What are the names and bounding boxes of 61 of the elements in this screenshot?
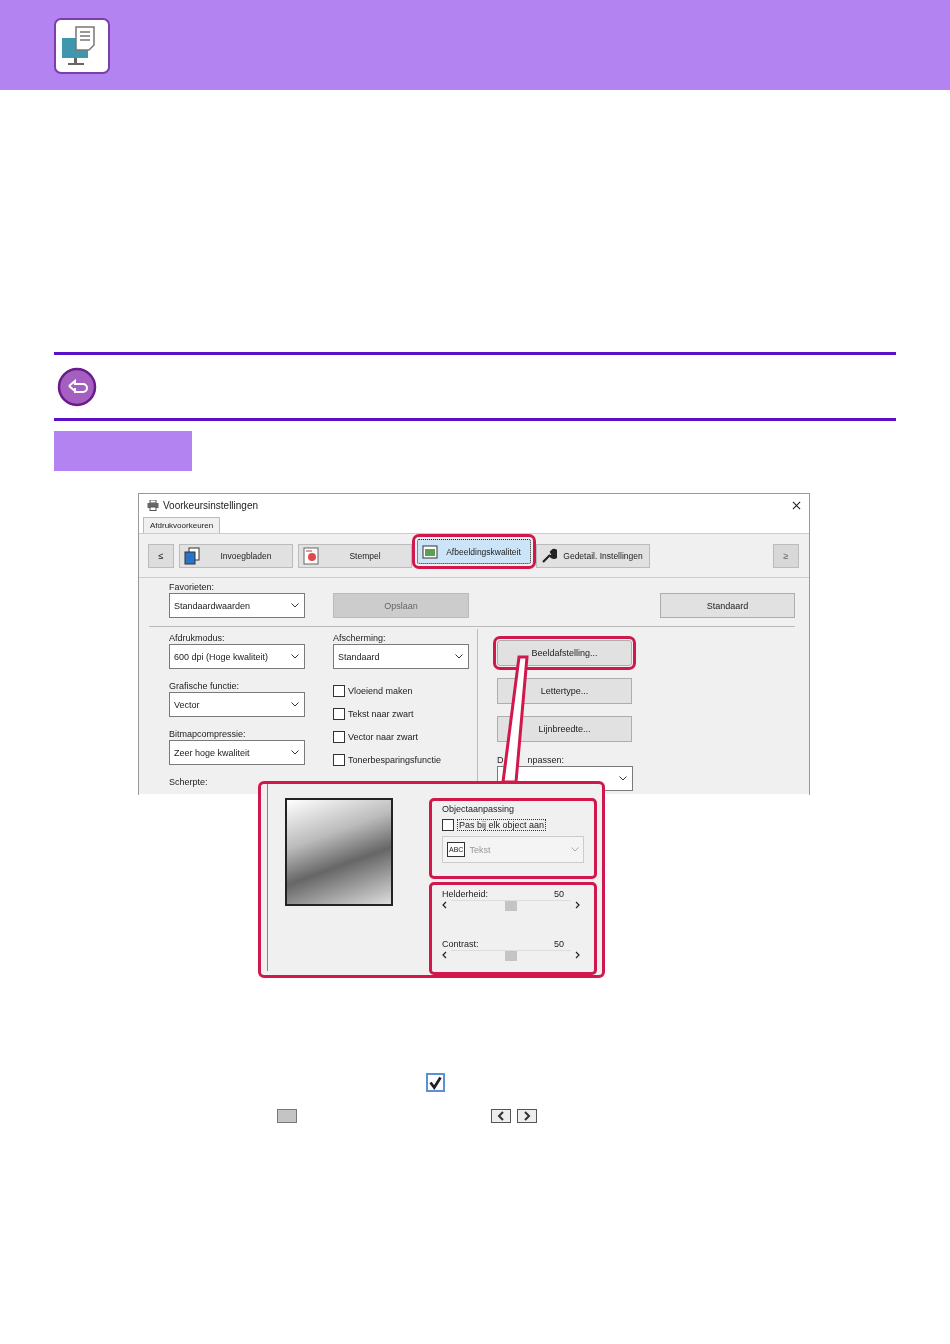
stamp-icon	[303, 546, 319, 565]
dropdown[interactable]: Zeer hoge kwaliteit	[169, 740, 305, 765]
settings-button[interactable]: Lettertype...	[497, 678, 632, 704]
back-icon[interactable]	[57, 366, 97, 407]
chevron-right-icon[interactable]	[575, 951, 580, 959]
slider[interactable]	[442, 949, 580, 961]
field-label: Scherpte:	[169, 776, 209, 788]
slider-label: Helderheid:	[442, 889, 489, 899]
chevron-left-icon[interactable]	[442, 901, 447, 909]
computer-document-icon	[54, 18, 110, 74]
chevron-down-icon	[571, 847, 579, 852]
field-label: Favorieten:	[169, 581, 216, 593]
chevron-down-icon	[619, 776, 627, 781]
checkbox[interactable]	[333, 754, 345, 766]
pages-icon	[184, 546, 200, 565]
checkbox-label: Vector naar zwart	[348, 732, 419, 742]
close-icon[interactable]	[792, 500, 801, 510]
window-title: Voorkeursinstellingen	[163, 499, 260, 511]
chevron-down-icon	[291, 750, 299, 755]
field-label: Grafische functie:	[169, 680, 241, 692]
slider-value: 50	[554, 939, 564, 949]
chevron-down-icon	[291, 702, 299, 707]
field-label: D	[497, 754, 504, 766]
slider-thumb[interactable]	[505, 900, 517, 911]
default-button[interactable]: Standaard	[660, 593, 795, 618]
checkbox[interactable]	[442, 819, 454, 831]
favorites-dropdown[interactable]: Standaardwaarden	[169, 593, 305, 618]
chevron-down-icon	[455, 654, 463, 659]
tab[interactable]: Afdrukvoorkeuren	[143, 517, 221, 533]
screening-dropdown[interactable]: Standaard	[333, 644, 469, 669]
dropdown[interactable]: Vector	[169, 692, 305, 717]
chevron-right-icon[interactable]	[575, 901, 580, 909]
printer-icon	[147, 499, 159, 511]
slider[interactable]	[442, 899, 580, 911]
picture-icon	[422, 542, 438, 561]
field-label: npassen:	[527, 754, 565, 766]
slider-thumb[interactable]	[505, 950, 517, 961]
dropdown[interactable]: 600 dpi (Hoge kwaliteit)	[169, 644, 305, 669]
chevron-down-icon	[291, 603, 299, 608]
group-title: Objectaanpassing	[442, 804, 516, 814]
wrench-icon	[541, 546, 557, 565]
checkbox-label: Vloeiend maken	[348, 686, 413, 696]
slider-label: Contrast:	[442, 939, 479, 949]
settings-button[interactable]: Lijnbreedte...	[497, 716, 632, 742]
checkbox[interactable]	[333, 731, 345, 743]
checkbox[interactable]	[333, 685, 345, 697]
checkbox[interactable]	[333, 708, 345, 720]
toolbar-tab[interactable]: Invoegbladen	[179, 543, 293, 568]
previous-button[interactable]: ≤	[148, 543, 174, 568]
toolbar-tab[interactable]: Gedetail. Instellingen	[536, 543, 650, 568]
checkbox-label: Tonerbesparingsfunctie	[348, 755, 442, 765]
slider-thumb-icon	[277, 1109, 297, 1123]
slider-value: 50	[554, 889, 564, 899]
field-label: Bitmapcompressie:	[169, 728, 247, 740]
field-label: Afscherming:	[333, 632, 387, 644]
chevron-down-icon	[291, 654, 299, 659]
field-label: Afdrukmodus:	[169, 632, 226, 644]
chevron-left-icon[interactable]	[442, 951, 447, 959]
toolbar-tab[interactable]: Stempel	[298, 543, 412, 568]
checkbox-label: Tekst naar zwart	[348, 709, 414, 719]
checkbox-label: Pas bij elk object aan	[457, 819, 547, 831]
